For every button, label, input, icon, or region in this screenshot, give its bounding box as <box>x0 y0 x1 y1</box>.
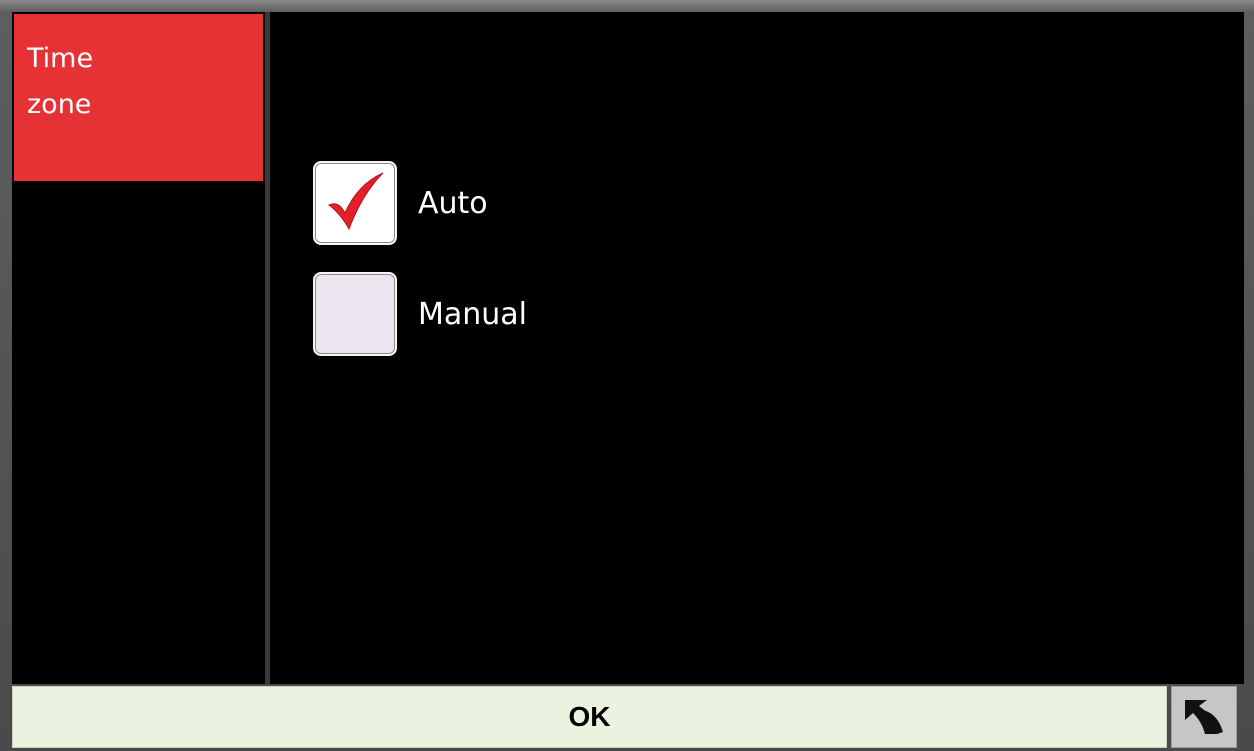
manual-checkbox[interactable] <box>313 272 397 356</box>
sidebar: Time zone <box>12 12 265 684</box>
ok-button-label: OK <box>568 701 611 732</box>
auto-label: Auto <box>418 185 488 221</box>
auto-checkbox[interactable] <box>313 161 397 245</box>
option-auto[interactable]: Auto <box>313 159 488 247</box>
main-panel: Auto Manual <box>270 12 1244 684</box>
screen: Time zone Auto Manual OK <box>0 0 1254 751</box>
manual-label: Manual <box>418 296 528 332</box>
undo-arrow-icon <box>1185 700 1223 734</box>
sidebar-item-time-zone[interactable]: Time zone <box>14 14 263 181</box>
sidebar-item-label-line2: zone <box>27 89 92 120</box>
checkmark-icon <box>328 172 384 231</box>
back-button[interactable] <box>1171 686 1237 748</box>
ok-button[interactable]: OK <box>12 686 1167 748</box>
option-manual[interactable]: Manual <box>313 270 527 358</box>
